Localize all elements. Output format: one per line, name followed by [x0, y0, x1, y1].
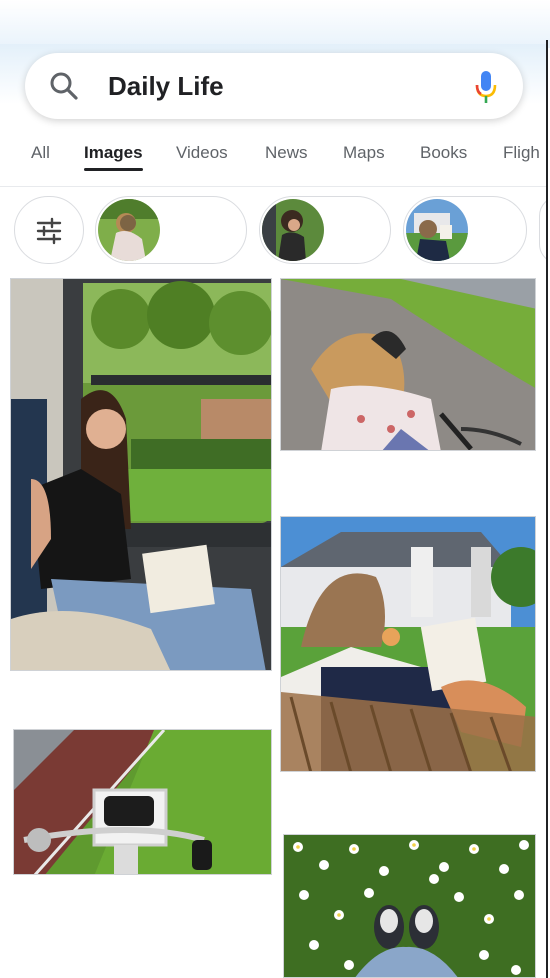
tab-videos[interactable]: Videos — [176, 143, 228, 163]
tab-flights[interactable]: Fligh — [503, 143, 540, 163]
suggestion-chips — [0, 196, 546, 268]
search-input[interactable]: Daily Life — [108, 71, 224, 102]
filter-button[interactable] — [14, 196, 84, 264]
suggestion-chip-3[interactable] — [403, 196, 527, 264]
image-result-flowers-sneakers[interactable] — [283, 834, 536, 978]
image-result-girl-reading-outdoors[interactable] — [280, 516, 536, 772]
image-result-bike-path-basket[interactable] — [13, 729, 272, 875]
suggestion-chip-2[interactable] — [259, 196, 391, 264]
search-bar[interactable]: Daily Life — [25, 53, 523, 119]
tab-all[interactable]: All — [31, 143, 50, 163]
tab-news[interactable]: News — [265, 143, 308, 163]
status-bar-area — [0, 0, 550, 48]
chip-thumbnail — [262, 199, 324, 261]
screen-edge — [546, 40, 548, 978]
chip-thumbnail — [98, 199, 160, 261]
divider — [0, 186, 546, 187]
tune-icon — [36, 217, 62, 245]
search-tabs: All Images Videos News Maps Books Fligh — [0, 135, 546, 177]
tab-books[interactable]: Books — [420, 143, 467, 163]
active-tab-indicator — [84, 168, 143, 171]
suggestion-chip-1[interactable] — [95, 196, 247, 264]
search-icon[interactable] — [49, 71, 79, 101]
tab-images[interactable]: Images — [84, 143, 143, 163]
image-result-girl-on-train[interactable] — [10, 278, 272, 671]
suggestion-chip-4[interactable] — [539, 196, 546, 264]
image-result-child-on-bike[interactable] — [280, 278, 536, 451]
chip-thumbnail — [406, 199, 468, 261]
tab-maps[interactable]: Maps — [343, 143, 385, 163]
microphone-icon[interactable] — [475, 70, 497, 104]
